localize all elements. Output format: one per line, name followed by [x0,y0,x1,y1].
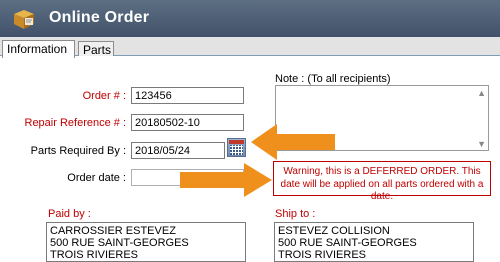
paid-by-label: Paid by : [48,208,91,220]
arrow-left-icon [251,124,335,160]
address-line: CARROSSIER ESTEVEZ [50,225,176,237]
order-date-label: Order date : [67,172,126,184]
deferred-order-warning: Warning, this is a DEFERRED ORDER. This … [273,161,491,202]
order-number-label: Order # : [82,90,126,102]
arrow-right-icon [180,163,272,197]
tab-parts[interactable]: Parts [78,41,114,57]
address-line: TROIS RIVIERES [50,249,139,261]
order-number-field[interactable]: 123456 [131,87,244,104]
title-bar: Online Order [0,0,500,37]
scroll-down-icon[interactable]: ▼ [477,139,486,149]
paid-by-address[interactable]: CARROSSIER ESTEVEZ 500 RUE SAINT-GEORGES… [46,222,246,262]
ship-to-address[interactable]: ESTEVEZ COLLISION 500 RUE SAINT-GEORGES … [274,222,474,262]
calendar-button[interactable] [227,138,246,157]
address-line: ESTEVEZ COLLISION [278,225,390,237]
address-line: TROIS RIVIERES [278,249,367,261]
window-title: Online Order [49,9,150,26]
address-line: 500 RUE SAINT-GEORGES [50,237,189,249]
address-line: 500 RUE SAINT-GEORGES [278,237,417,249]
note-label: Note : (To all recipients) [275,73,391,85]
parts-required-by-field[interactable]: 2018/05/24 [131,142,225,159]
scroll-up-icon[interactable]: ▲ [477,88,486,98]
ship-to-label: Ship to : [275,208,316,220]
package-icon [14,10,34,29]
parts-required-by-label: Parts Required By : [30,145,126,157]
calendar-icon [229,140,244,144]
repair-reference-field[interactable]: 20180502-10 [131,114,244,131]
tab-information[interactable]: Information [2,40,75,58]
tab-bar: Information Parts [0,37,500,58]
repair-reference-label: Repair Reference # : [24,117,127,129]
